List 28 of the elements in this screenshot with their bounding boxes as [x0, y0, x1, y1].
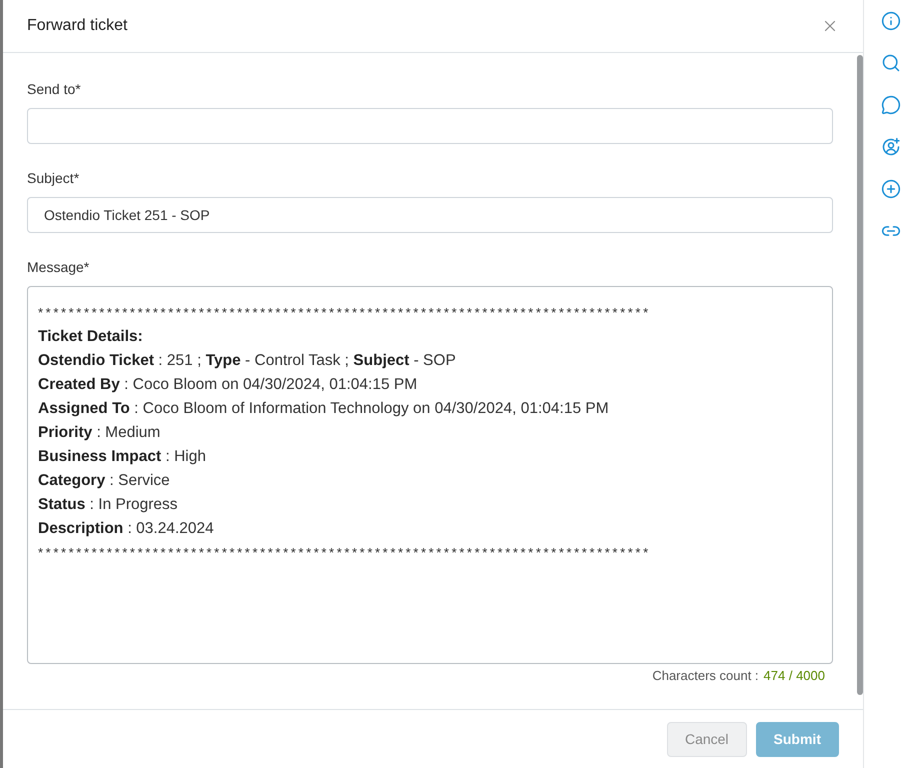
- asterisk-rule: ********************************************************************************: [38, 304, 652, 322]
- search-icon[interactable]: [881, 53, 901, 73]
- message-line: Business Impact : High: [38, 447, 207, 467]
- chat-bubble-icon[interactable]: [881, 95, 901, 115]
- scrollbar[interactable]: [857, 55, 863, 695]
- message-line: Priority : Medium: [38, 423, 162, 443]
- field-label: Subject*: [27, 170, 80, 186]
- submit-button[interactable]: Submit: [756, 722, 839, 756]
- add-user-icon[interactable]: [881, 137, 901, 157]
- character-count: 474 / 4000: [764, 668, 825, 683]
- message-line: Status : In Progress: [38, 495, 179, 515]
- field-label: Message*: [27, 259, 90, 275]
- dialog-title: Forward ticket: [27, 17, 128, 35]
- message-line: Created By : Coco Bloom on 04/30/2024, 01:04:15 PM: [38, 375, 418, 395]
- message-line: Ostendio Ticket : 251 ; Type - Control Task ; Subject - SOP: [38, 351, 457, 371]
- message-line: Category : Service: [38, 471, 171, 491]
- message-field[interactable]: [27, 286, 833, 664]
- input-field[interactable]: [27, 108, 833, 144]
- message-line: Ticket Details:: [38, 327, 144, 347]
- message-line: Description : 03.24.2024: [38, 519, 215, 539]
- count-label: Characters count :: [652, 668, 759, 683]
- cancel-button[interactable]: Cancel: [666, 722, 747, 756]
- asterisk-rule: ********************************************************************************: [38, 544, 652, 562]
- info-icon[interactable]: [881, 11, 901, 31]
- message-line: Assigned To : Coco Bloom of Information Technology on 04/30/2024, 01:04:15 PM: [38, 399, 610, 419]
- input-field[interactable]: Ostendio Ticket 251 - SOP: [27, 197, 833, 233]
- field-label: Send to*: [27, 81, 82, 97]
- add-icon[interactable]: [881, 179, 901, 199]
